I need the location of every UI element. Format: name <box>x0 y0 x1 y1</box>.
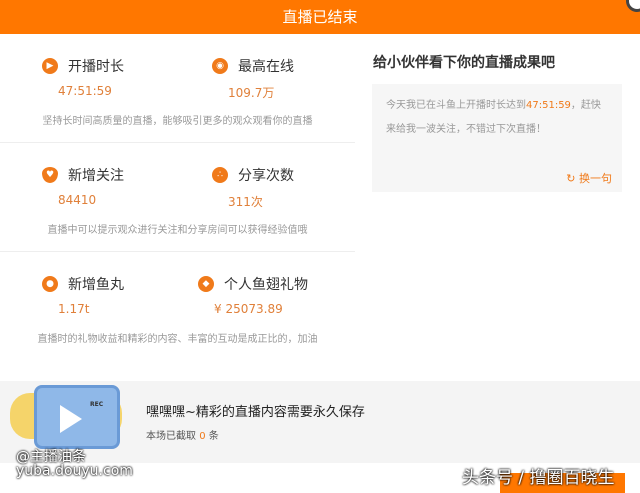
clip-count-text: 本场已截取 <box>146 431 196 442</box>
gift-icon: ◆ <box>198 276 214 292</box>
stat-label: 新增关注 <box>68 168 124 184</box>
share-highlight: 47:51:59 <box>526 100 571 111</box>
stat-label: 开播时长 <box>68 59 124 75</box>
stat-label: 最高在线 <box>238 59 294 75</box>
stat-value: 311次 <box>228 195 263 209</box>
stat-duration: ▶ 开播时长 47:51:59 <box>42 56 192 98</box>
stat-section-duration: ▶ 开播时长 47:51:59 ◉ 最高在线 109.7万 坚持长时间高质量的直播，… <box>0 34 355 143</box>
stat-value: 47:51:59 <box>58 84 112 98</box>
watermark-toutiao: 头条号 / 撸圈百晓生 <box>462 468 615 488</box>
stat-label: 个人鱼翅礼物 <box>224 277 308 293</box>
share-text-box: 今天我已在斗鱼上开播时长达到47:51:59，赶快来给我一波关注，不错过下次直播… <box>372 84 622 192</box>
swap-label: 换一句 <box>579 172 612 185</box>
refresh-icon: ↻ <box>566 172 576 185</box>
save-title: 嘿嘿嘿~精彩的直播内容需要永久保存 <box>146 405 365 420</box>
stat-description: 直播时的礼物收益和精彩的内容、丰富的互动是成正比的，加油 <box>37 334 318 345</box>
clip-count-value: 0 <box>199 431 206 442</box>
stat-peak-online: ◉ 最高在线 109.7万 <box>212 56 362 101</box>
share-title: 给小伙伴看下你的直播成果吧 <box>373 55 555 71</box>
stat-description: 坚持长时间高质量的直播，能够吸引更多的观众观看你的直播 <box>42 116 313 127</box>
clapperboard-illustration: REC <box>10 385 130 451</box>
save-clip-bar: REC 嘿嘿嘿~精彩的直播内容需要永久保存 本场已截取 0 条 <box>0 381 640 463</box>
clip-count: 本场已截取 0 条 <box>146 427 219 442</box>
stat-value: 109.7万 <box>228 86 275 100</box>
stats-panel: ▶ 开播时长 47:51:59 ◉ 最高在线 109.7万 坚持长时间高质量的直播，… <box>0 34 355 361</box>
stat-gifts: ◆ 个人鱼翅礼物 ¥ 25073.89 <box>198 274 358 316</box>
stat-section-follow: ♥ 新增关注 84410 ∴ 分享次数 311次 直播中可以提示观众进行关注和分享房… <box>0 143 355 252</box>
header-title: 直播已结束 <box>282 8 358 26</box>
play-icon: ▶ <box>42 58 58 74</box>
share-icon: ∴ <box>212 167 228 183</box>
share-text: 今天我已在斗鱼上开播时长达到 <box>386 100 526 111</box>
stat-section-gifts: ● 新增鱼丸 1.17t ◆ 个人鱼翅礼物 ¥ 25073.89 直播时的礼物收益和… <box>0 252 355 361</box>
stat-description: 直播中可以提示观众进行关注和分享房间可以获得经验值哦 <box>47 225 308 236</box>
stat-value: 1.17t <box>58 302 90 316</box>
header-bar: 直播已结束 <box>0 0 640 34</box>
stat-value: 84410 <box>58 193 97 207</box>
eye-icon: ◉ <box>212 58 228 74</box>
fishball-icon: ● <box>42 276 58 292</box>
watermark-site: yuba.douyu.com <box>16 463 133 479</box>
stat-value: ¥ 25073.89 <box>214 302 283 316</box>
clip-count-unit: 条 <box>208 431 219 442</box>
stat-fishballs: ● 新增鱼丸 1.17t <box>42 274 192 316</box>
rec-label: REC <box>90 401 104 408</box>
stat-label: 新增鱼丸 <box>68 277 124 293</box>
heart-icon: ♥ <box>42 167 58 183</box>
swap-sentence-button[interactable]: ↻ 换一句 <box>566 172 612 186</box>
stat-label: 分享次数 <box>238 168 294 184</box>
stat-new-followers: ♥ 新增关注 84410 <box>42 165 192 207</box>
stat-shares: ∴ 分享次数 311次 <box>212 165 362 210</box>
